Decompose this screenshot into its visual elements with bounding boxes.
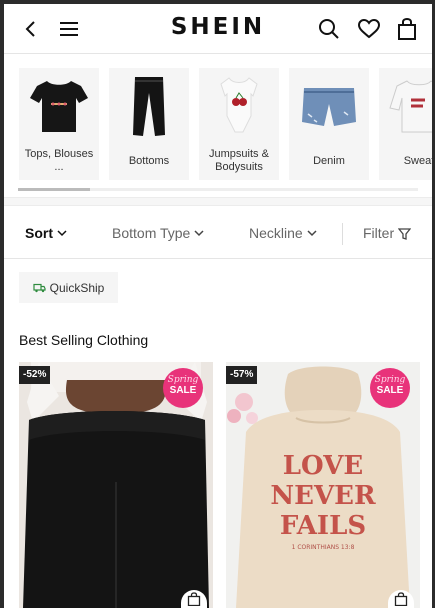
- top-header: SHEIN: [4, 4, 432, 54]
- filter-bar: Sort Bottom Type Neckline Filter: [4, 207, 432, 259]
- denim-shorts-image: [297, 74, 361, 138]
- spring-sale-badge: Spring SALE: [370, 368, 410, 408]
- bottom-type-dropdown[interactable]: Bottom Type: [112, 225, 204, 241]
- print-subline: 1 CORINTHIANS 13:8: [291, 544, 355, 551]
- heart-icon[interactable]: [354, 14, 384, 44]
- category-label: Denim: [313, 154, 345, 167]
- chevron-down-icon: [307, 229, 317, 236]
- section-title: Best Selling Clothing: [19, 332, 149, 348]
- category-strip[interactable]: Tops, Blouses ... Bottoms Jumpsuits & Bo…: [4, 55, 432, 197]
- category-label: Sweat: [403, 154, 432, 167]
- badge-bottom-text: SALE: [376, 385, 404, 396]
- section-divider: [4, 197, 432, 206]
- print-line: NEVER: [270, 481, 376, 511]
- category-jumpsuits[interactable]: Jumpsuits & Bodysuits: [199, 68, 279, 180]
- bodysuit-image: [207, 74, 271, 138]
- print-line: FAILS: [279, 511, 367, 541]
- bag-icon[interactable]: [392, 14, 422, 44]
- product-card[interactable]: -52% Spring SALE: [19, 362, 213, 608]
- bottom-type-label: Bottom Type: [112, 225, 191, 241]
- badge-bottom-text: SALE: [169, 385, 197, 396]
- bag-plus-icon: [187, 592, 201, 606]
- category-bottoms[interactable]: Bottoms: [109, 68, 189, 180]
- neckline-label: Neckline: [249, 225, 303, 241]
- sweatshirt-image: [387, 74, 432, 138]
- pants-image: [117, 74, 181, 138]
- bag-plus-icon: [394, 592, 408, 606]
- category-label: Tops, Blouses ...: [24, 148, 94, 173]
- quickship-label: QuickShip: [49, 280, 105, 295]
- filter-label: Filter: [363, 225, 395, 241]
- print-line: LOVE: [282, 451, 364, 481]
- category-scrollbar[interactable]: [18, 188, 418, 191]
- quickship-chip[interactable]: QuickShip: [19, 272, 118, 303]
- sort-label: Sort: [25, 225, 53, 241]
- spring-sale-badge: Spring SALE: [163, 368, 203, 408]
- funnel-icon: [398, 227, 412, 240]
- category-label: Jumpsuits & Bodysuits: [209, 148, 269, 173]
- category-label: Bottoms: [128, 154, 170, 167]
- chevron-down-icon: [57, 229, 67, 236]
- category-denim[interactable]: Denim: [289, 68, 369, 180]
- discount-badge: -57%: [226, 366, 258, 384]
- badge-top-text: Spring: [167, 375, 199, 385]
- discount-badge: -52%: [19, 366, 51, 384]
- sort-button[interactable]: Sort: [25, 225, 67, 241]
- chevron-down-icon: [194, 229, 204, 236]
- truck-icon: [33, 283, 46, 292]
- app-frame: SHEIN Tops, Blouses ... Bottoms Jumpsuit…: [4, 4, 432, 608]
- category-tops[interactable]: Tops, Blouses ...: [19, 68, 99, 180]
- product-card[interactable]: LOVE NEVER FAILS 1 CORINTHIANS 13:8 -57%…: [226, 362, 420, 608]
- search-icon[interactable]: [314, 14, 344, 44]
- neckline-dropdown[interactable]: Neckline: [249, 225, 317, 241]
- badge-top-text: Spring: [374, 375, 406, 385]
- category-sweat[interactable]: Sweat: [379, 68, 432, 180]
- filter-divider: [342, 223, 343, 245]
- tshirt-image: [27, 74, 91, 138]
- filter-button[interactable]: Filter: [363, 225, 412, 241]
